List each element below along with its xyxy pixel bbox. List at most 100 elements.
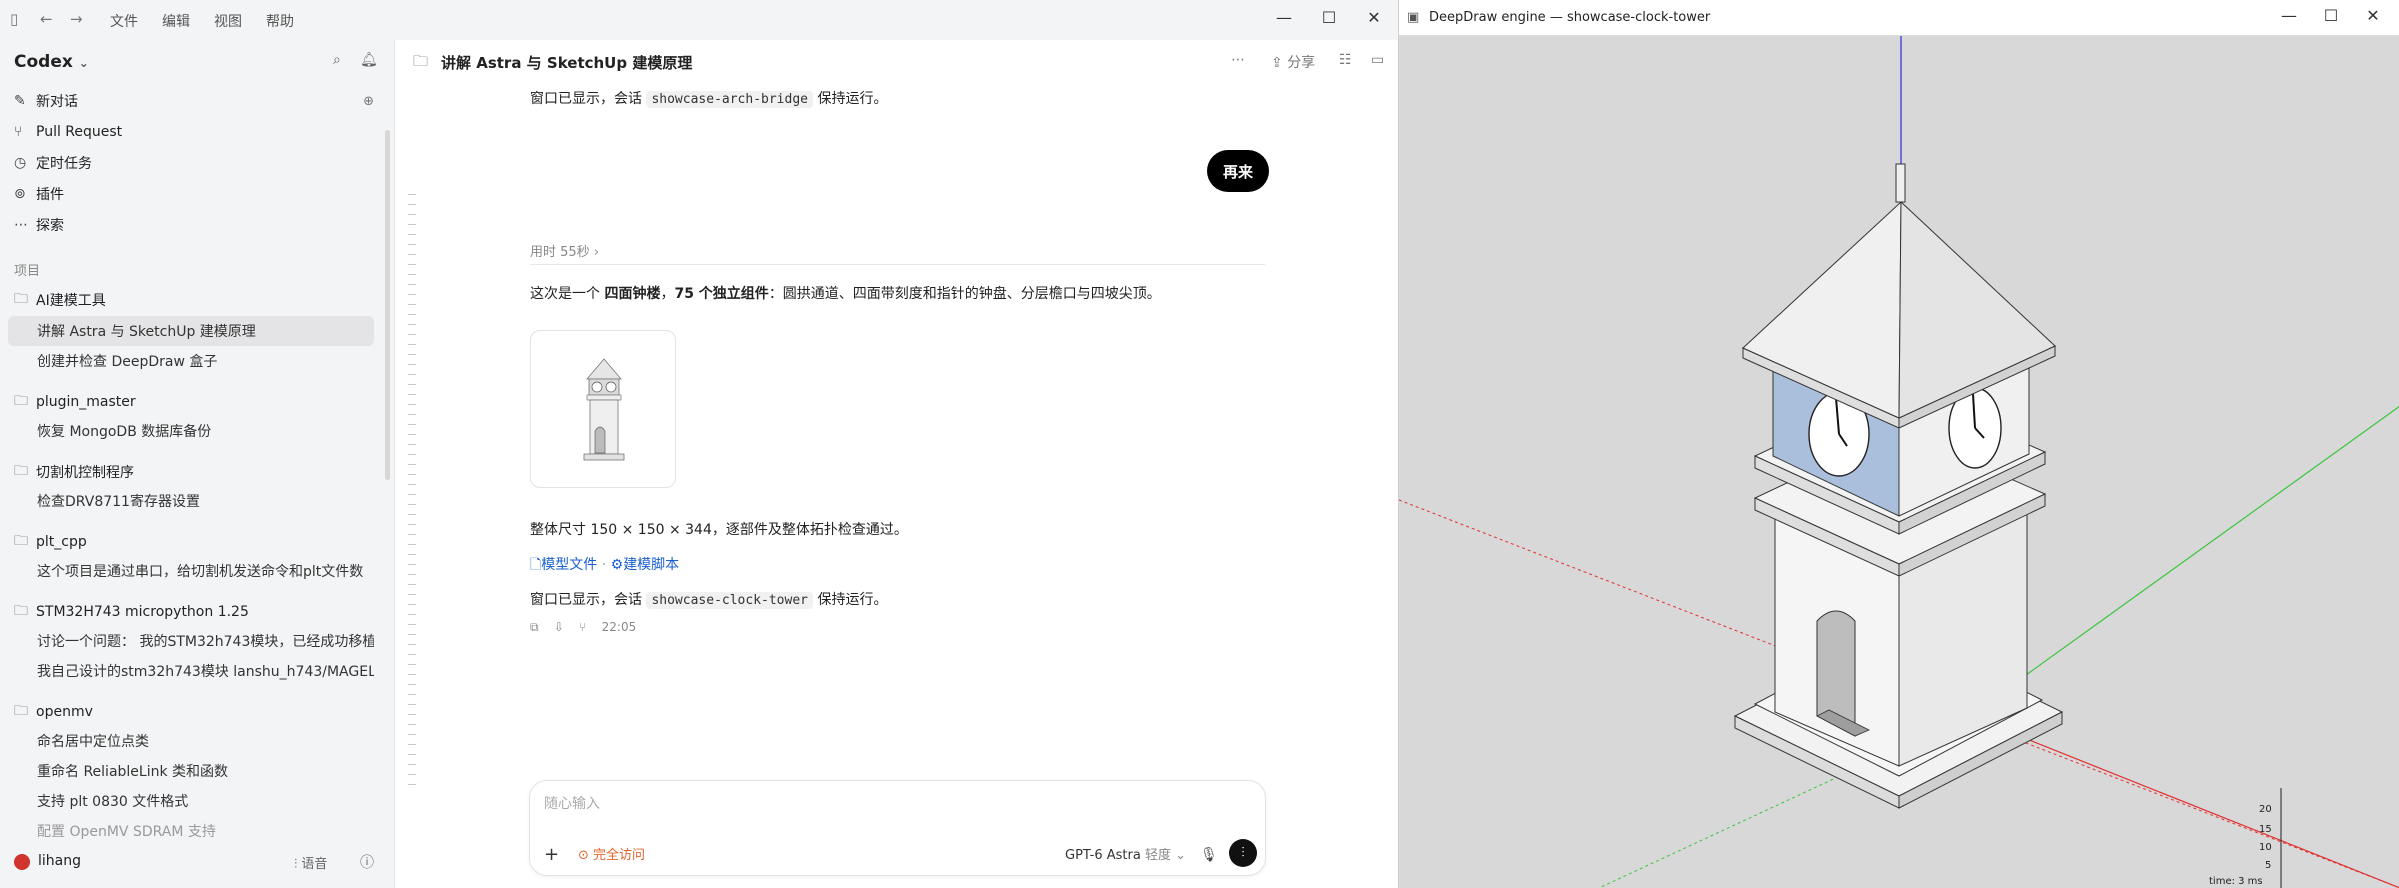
scale-tick-label: 20 — [2259, 804, 2272, 815]
dimensions-text: 整体尺寸 150 × 150 × 344，逐部件及整体拓扑检查通过。 — [530, 522, 908, 538]
page-title: 讲解 Astra 与 SketchUp 建模原理 — [441, 54, 693, 72]
nav-label: 探索 — [36, 218, 64, 234]
minimize-button[interactable]: — — [2277, 6, 2301, 25]
nav-label: Pull Request — [36, 124, 123, 140]
thread-item[interactable]: 重命名 ReliableLink 类和函数 — [8, 756, 374, 786]
add-attachment-icon[interactable]: + — [544, 844, 559, 865]
copy-icon[interactable]: ⧉ — [530, 620, 539, 634]
sidebar: Codex ⌄ ⌕ 🔔︎ ✎ 新对话 ⊕ ⑂ Pull Request ◷ 定时… — [0, 40, 394, 888]
maximize-button[interactable]: ☐ — [2319, 6, 2343, 25]
model-thumbnail[interactable] — [530, 330, 676, 488]
menu-file[interactable]: 文件 — [110, 11, 138, 31]
project-name: STM32H743 micropython 1.25 — [36, 604, 249, 620]
thread-item[interactable]: 恢复 MongoDB 数据库备份 — [8, 416, 374, 446]
render-time-label: time: 3 ms — [2209, 876, 2263, 887]
help-icon[interactable]: ⓘ — [360, 852, 374, 872]
project-folder[interactable]: 🗀︎ plugin_master — [14, 388, 374, 416]
menu-view[interactable]: 视图 — [214, 11, 242, 31]
project-folder[interactable]: 🗀︎ STM32H743 micropython 1.25 — [14, 598, 374, 626]
close-button[interactable]: ✕ — [1362, 8, 1386, 27]
share-icon: ⇪ — [1271, 55, 1283, 71]
folder-icon: 🗀︎ — [14, 603, 28, 619]
model-selector[interactable]: GPT-6 Astra 轻度 ⌄ — [1065, 844, 1186, 863]
nav-plugins[interactable]: ⊚ 插件 — [14, 179, 374, 209]
link-separator: · — [601, 557, 607, 573]
thread-item[interactable]: 命名居中定位点类 — [8, 726, 374, 756]
folder-icon: 🗀︎ — [14, 393, 28, 409]
brand-label: Codex — [14, 52, 73, 72]
3d-viewport[interactable]: 20 15 10 5 time: 3 ms — [1399, 36, 2399, 888]
scale-tick-label: 5 — [2265, 860, 2271, 871]
project-name: 切割机控制程序 — [36, 465, 134, 481]
thread-item[interactable]: 这个项目是通过串口，给切割机发送命令和plt文件数 — [8, 556, 374, 586]
nav-pull-request[interactable]: ⑂ Pull Request — [14, 117, 374, 147]
shield-icon: ⊙ — [578, 848, 589, 863]
folder-icon: 🗀︎ — [413, 52, 429, 70]
outline-icon[interactable]: ☷ — [1339, 52, 1352, 68]
voice-label: 语音 — [301, 857, 328, 872]
project-folder[interactable]: 🗀︎ plt_cpp — [14, 528, 374, 556]
avatar[interactable] — [14, 854, 30, 870]
panel-toggle-icon[interactable]: ▭ — [1371, 52, 1384, 68]
share-button[interactable]: ⇪ 分享 — [1271, 52, 1315, 72]
user-name[interactable]: lihang — [38, 853, 81, 869]
nav-label: 定时任务 — [36, 156, 92, 172]
microphone-icon[interactable]: 🎙︎ — [1200, 847, 1218, 863]
back-icon[interactable]: ← — [40, 10, 53, 28]
voice-button[interactable]: ⫶ 语音 — [294, 853, 327, 872]
app-switcher[interactable]: Codex ⌄ — [14, 52, 89, 72]
project-name: openmv — [36, 704, 93, 720]
effort-label: 轻度 — [1144, 848, 1171, 863]
forward-icon[interactable]: → — [70, 10, 83, 28]
maximize-button[interactable]: ☐ — [1317, 8, 1341, 27]
thread-item[interactable]: 支持 plt 0830 文件格式 — [8, 786, 374, 816]
add-circle-icon[interactable]: ⊕ — [363, 94, 374, 109]
folder-icon: 🗀︎ — [14, 463, 28, 479]
message-time: 22:05 — [601, 620, 637, 634]
project-name: AI建模工具 — [36, 293, 106, 309]
deepdraw-titlebar: ▣ DeepDraw engine — showcase-clock-tower… — [1399, 0, 2399, 36]
nav-new-chat[interactable]: ✎ 新对话 ⊕ — [14, 86, 374, 116]
assistant-message-prev: 窗口已显示，会话 showcase-arch-bridge 保持运行。 — [530, 88, 1265, 108]
search-icon[interactable]: ⌕ — [333, 52, 341, 68]
menu-help[interactable]: 帮助 — [266, 11, 294, 31]
project-name: plugin_master — [36, 394, 136, 410]
thumbs-down-icon[interactable]: ⇩ — [554, 620, 564, 634]
window-title: DeepDraw engine — showcase-clock-tower — [1429, 10, 1711, 25]
project-folder[interactable]: 🗀︎ 切割机控制程序 — [14, 458, 374, 486]
model-file-link[interactable]: 🗋︎模型文件 — [530, 557, 597, 573]
close-button[interactable]: ✕ — [2361, 6, 2385, 25]
bell-icon[interactable]: 🔔︎ — [360, 52, 378, 68]
folder-icon: 🗀︎ — [14, 703, 28, 719]
access-mode-button[interactable]: ⊙ 完全访问 — [578, 844, 645, 863]
sidebar-toggle-icon[interactable]: ▯ — [10, 10, 18, 28]
edit-icon: ✎ — [14, 93, 26, 109]
chevron-down-icon: ⌄ — [78, 56, 89, 70]
titlebar: ▯ ← → 文件 编辑 视图 帮助 — ☐ ✕ — [0, 0, 1398, 40]
modeling-script-link[interactable]: ⚙建模脚本 — [611, 557, 680, 573]
thread-item[interactable]: 检查DRV8711寄存器设置 — [8, 486, 374, 516]
minimize-button[interactable]: — — [1272, 8, 1296, 27]
access-label: 完全访问 — [593, 848, 646, 863]
composer: 随心输入 + ⊙ 完全访问 GPT-6 Astra 轻度 ⌄ 🎙︎ ⫶ — [529, 780, 1266, 876]
menu-edit[interactable]: 编辑 — [162, 11, 190, 31]
assistant-summary: 这次是一个 四面钟楼，75 个独立组件：圆拱通道、四面带刻度和指针的钟盘、分层檐… — [530, 283, 1265, 303]
message-text: 窗口已显示，会话 — [530, 91, 642, 107]
nav-label: 新对话 — [36, 94, 78, 110]
message-text: 保持运行。 — [817, 592, 888, 608]
thread-item[interactable]: 我自己设计的stm32h743模块 lanshu_h743/MAGELLA — [8, 656, 374, 686]
nav-explore[interactable]: ⋯ 探索 — [14, 210, 374, 240]
elapsed-toggle[interactable]: 用时 55秒 › — [530, 241, 1265, 260]
project-folder[interactable]: 🗀︎ AI建模工具 — [14, 286, 374, 314]
thread-item[interactable]: 创建并检查 DeepDraw 盒子 — [8, 346, 374, 376]
fork-icon[interactable]: ⑂ — [579, 620, 586, 634]
thread-item-active[interactable]: 讲解 Astra 与 SketchUp 建模原理 — [8, 316, 374, 346]
composer-input[interactable]: 随心输入 — [544, 793, 600, 813]
project-folder[interactable]: 🗀︎ openmv — [14, 698, 374, 726]
sidebar-scrollbar[interactable] — [385, 130, 390, 480]
voice-send-button[interactable]: ⫶ — [1229, 839, 1257, 867]
more-options-icon[interactable]: ⋯ — [1231, 52, 1245, 68]
thread-item[interactable]: 讨论一个问题： 我的STM32h743模块，已经成功移植 — [8, 626, 374, 656]
nav-scheduled[interactable]: ◷ 定时任务 — [14, 148, 374, 178]
summary-text: 这次是一个 — [530, 286, 600, 302]
